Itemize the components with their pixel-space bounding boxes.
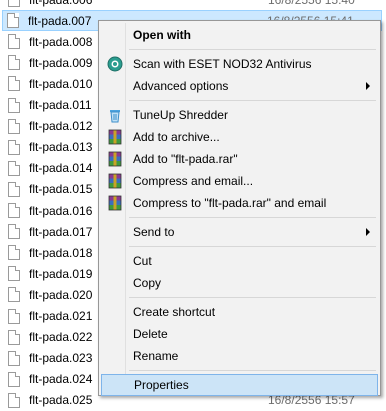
menu-item-advanced-options[interactable]: Advanced options — [101, 75, 378, 97]
menu-item-properties[interactable]: Properties — [101, 374, 378, 396]
menu-item-compress-and-email[interactable]: Compress and email... — [101, 170, 378, 192]
menu-item-cut[interactable]: Cut — [101, 250, 378, 272]
file-icon — [8, 97, 20, 113]
file-icon — [8, 287, 20, 303]
file-name: flt-pada.011 — [29, 98, 92, 112]
file-name: flt-pada.021 — [29, 309, 93, 323]
file-icon — [8, 118, 20, 134]
winrar-icon — [107, 195, 123, 211]
winrar-icon — [107, 129, 123, 145]
file-icon — [8, 245, 20, 261]
menu-item-label: Add to archive... — [133, 130, 220, 144]
menu-item-add-to-archive[interactable]: Add to archive... — [101, 126, 378, 148]
menu-separator — [129, 217, 376, 218]
file-name: flt-pada.016 — [29, 203, 93, 218]
file-icon — [8, 266, 20, 282]
file-name: flt-pada.018 — [29, 245, 93, 260]
menu-item-label: Add to "flt-pada.rar" — [133, 152, 238, 166]
file-name: flt-pada.022 — [29, 330, 93, 345]
menu-item-compress-to-flt-pada-rar-and-email[interactable]: Compress to "flt-pada.rar" and email — [101, 192, 378, 214]
file-name: flt-pada.017 — [29, 224, 93, 239]
file-name: flt-pada.023 — [29, 351, 93, 366]
file-name: flt-pada.007 — [28, 13, 92, 28]
file-name: flt-pada.019 — [29, 266, 93, 281]
file-icon — [8, 308, 20, 324]
menu-separator — [129, 100, 376, 101]
submenu-arrow-icon — [366, 82, 370, 90]
menu-item-label: Properties — [134, 378, 189, 392]
file-icon — [8, 34, 20, 50]
menu-item-open-with[interactable]: Open with — [101, 24, 378, 46]
menu-item-add-to-flt-pada-rar[interactable]: Add to "flt-pada.rar" — [101, 148, 378, 170]
file-name: flt-pada.012 — [29, 119, 93, 134]
file-icon — [8, 350, 20, 366]
file-name: flt-pada.008 — [29, 34, 93, 49]
file-icon — [8, 139, 20, 155]
file-name: flt-pada.009 — [29, 55, 93, 70]
winrar-icon — [107, 151, 123, 167]
menu-separator — [129, 297, 376, 298]
menu-item-label: Open with — [133, 28, 191, 42]
menu-item-label: Compress to "flt-pada.rar" and email — [133, 196, 327, 210]
file-icon — [8, 329, 20, 345]
file-icon — [8, 392, 20, 408]
file-name: flt-pada.024 — [29, 372, 93, 387]
menu-item-label: Copy — [133, 276, 162, 290]
file-row[interactable]: flt-pada.006 16/8/2556 15:40 — [4, 0, 386, 10]
menu-item-label: Send to — [133, 225, 175, 239]
submenu-arrow-icon — [366, 228, 370, 236]
menu-separator — [129, 246, 376, 247]
file-date: 16/8/2556 15:40 — [268, 0, 355, 7]
context-menu: Open with Scan with ESET NOD32 Antivirus A… — [98, 20, 381, 396]
file-icon — [8, 55, 20, 71]
winrar-icon — [107, 173, 123, 189]
file-icon — [8, 203, 20, 218]
menu-item-copy[interactable]: Copy — [101, 272, 378, 294]
menu-item-label: Rename — [133, 349, 179, 363]
file-icon — [8, 224, 20, 240]
menu-item-label: Cut — [133, 254, 152, 268]
file-icon — [8, 0, 20, 7]
menu-item-send-to[interactable]: Send to — [101, 221, 378, 243]
menu-item-delete[interactable]: Delete — [101, 323, 378, 345]
file-name: flt-pada.006 — [29, 0, 92, 7]
menu-item-create-shortcut[interactable]: Create shortcut — [101, 301, 378, 323]
menu-item-label: Compress and email... — [133, 174, 254, 188]
menu-item-scan-with-eset-nod32-antivirus[interactable]: Scan with ESET NOD32 Antivirus — [101, 53, 378, 75]
menu-item-label: Scan with ESET NOD32 Antivirus — [133, 57, 312, 71]
file-icon — [7, 13, 19, 29]
menu-item-label: Create shortcut — [133, 305, 216, 319]
eset-icon — [107, 56, 123, 72]
menu-separator — [129, 49, 376, 50]
file-name: flt-pada.015 — [29, 182, 93, 197]
file-icon — [8, 371, 20, 387]
file-name: flt-pada.020 — [29, 287, 93, 302]
menu-item-label: Advanced options — [133, 79, 229, 93]
file-icon — [8, 160, 20, 176]
menu-item-rename[interactable]: Rename — [101, 345, 378, 367]
menu-item-label: Delete — [133, 327, 168, 341]
file-name: flt-pada.010 — [29, 76, 93, 91]
file-name: flt-pada.013 — [29, 140, 93, 155]
file-name: flt-pada.014 — [29, 161, 93, 176]
file-icon — [8, 181, 20, 197]
file-icon — [8, 76, 20, 92]
menu-item-tuneup-shredder[interactable]: TuneUp Shredder — [101, 104, 378, 126]
shredder-icon — [107, 107, 123, 123]
menu-item-label: TuneUp Shredder — [133, 108, 228, 122]
menu-separator — [129, 370, 376, 371]
file-name: flt-pada.025 — [29, 393, 93, 408]
